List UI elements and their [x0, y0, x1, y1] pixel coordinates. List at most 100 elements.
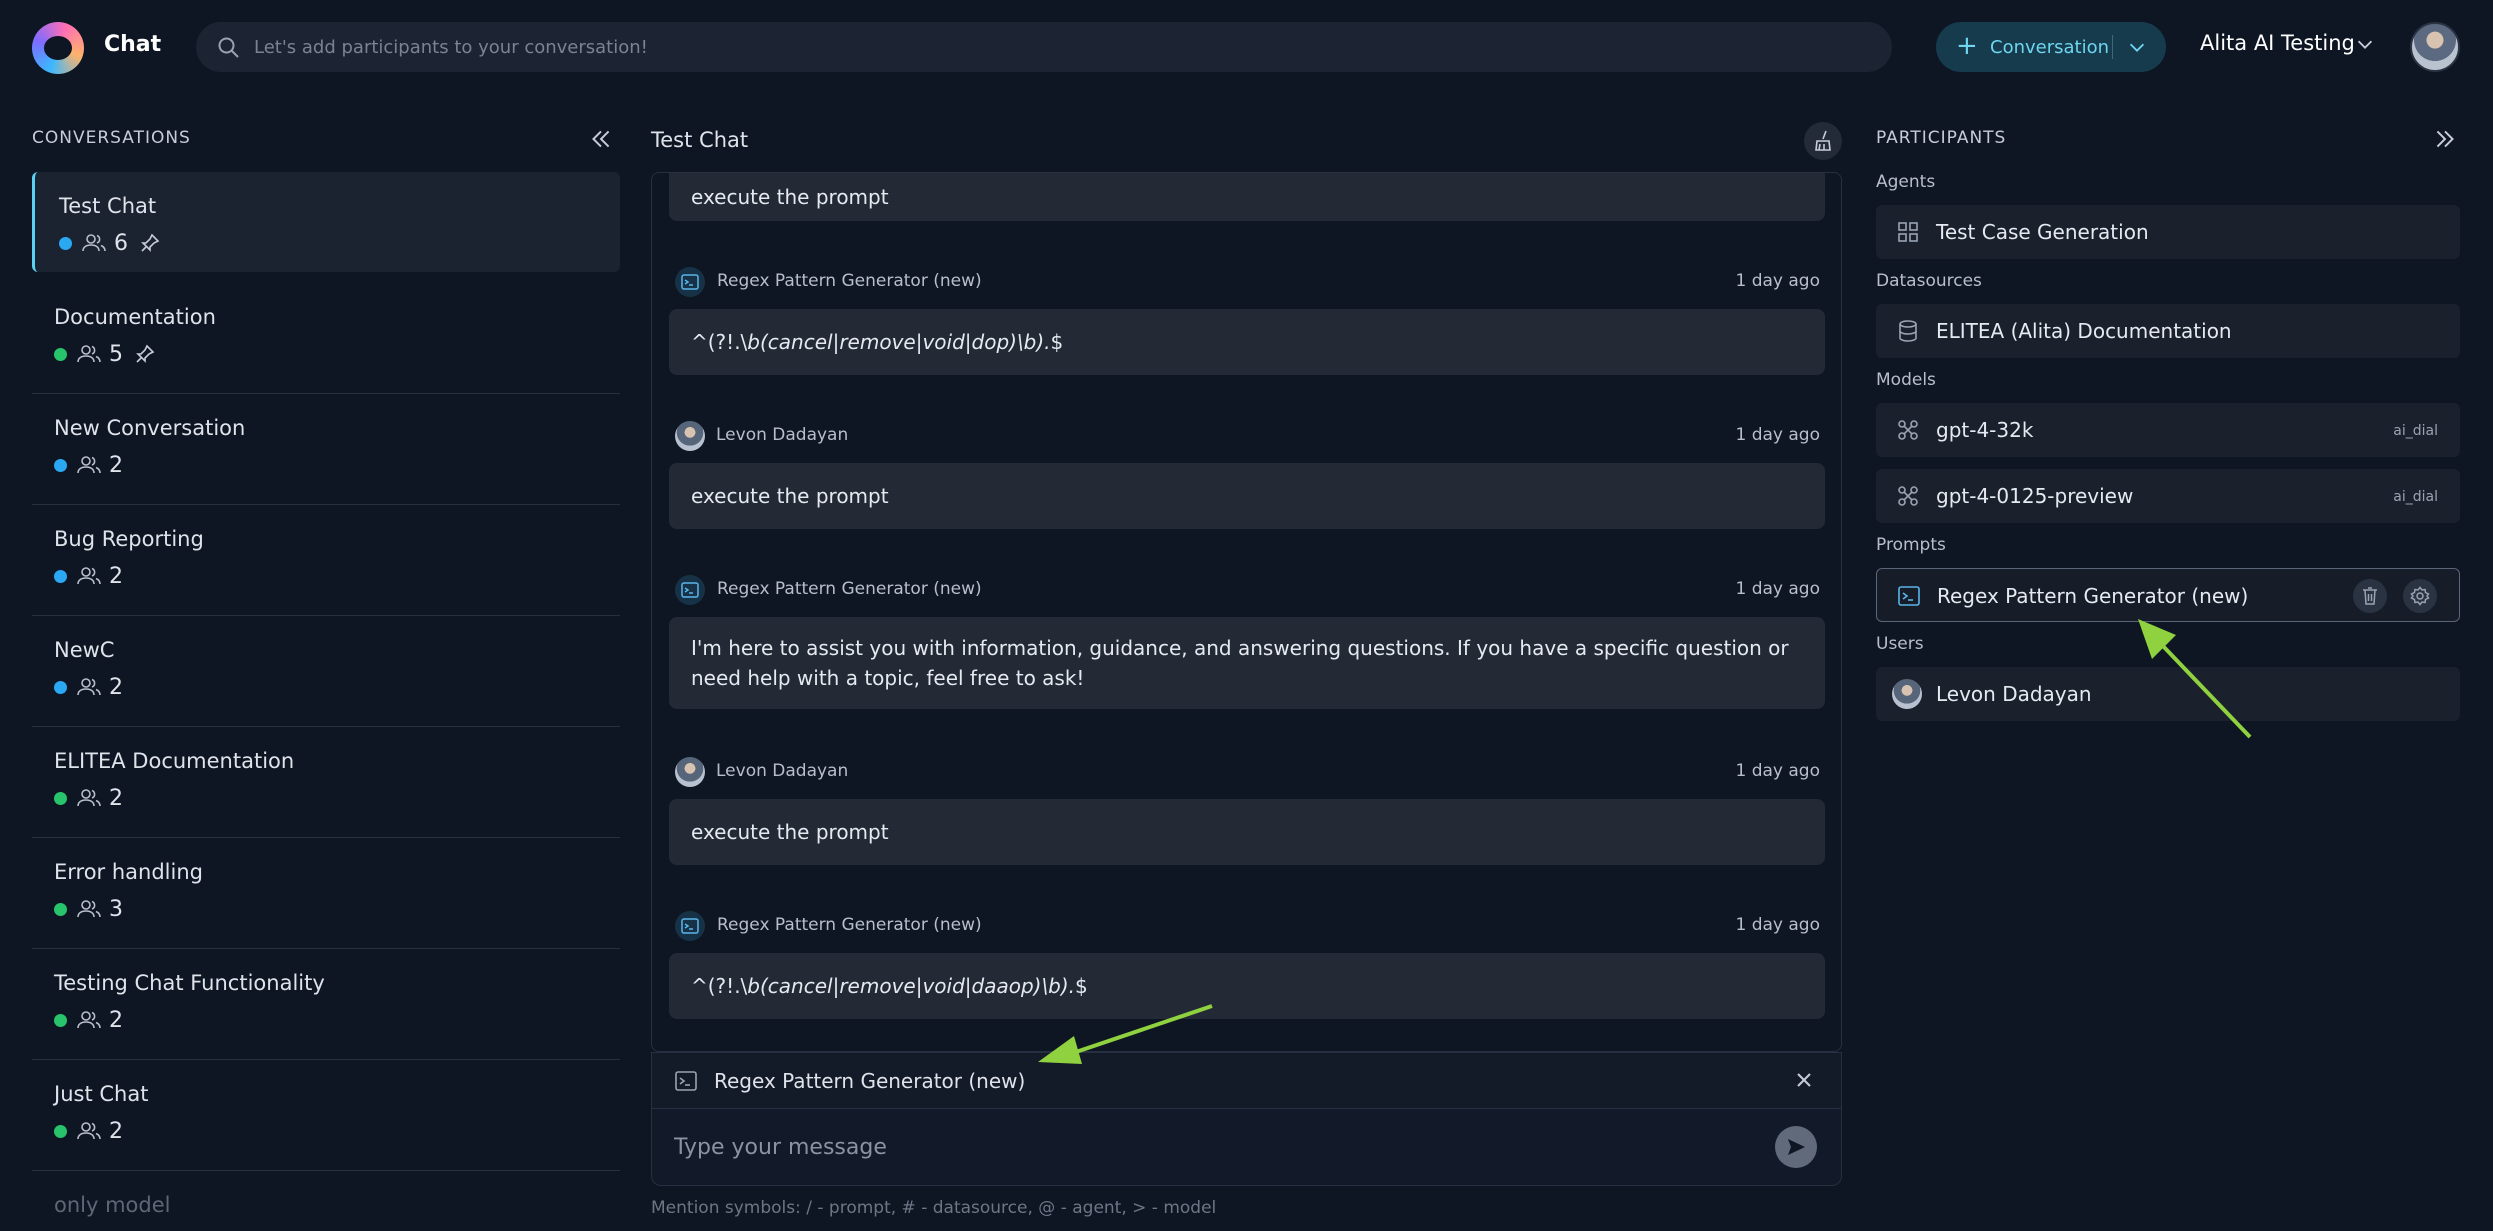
plus-icon: +	[1956, 31, 1978, 61]
conversation-name: NewC	[54, 638, 115, 662]
participant-prompt[interactable]: Regex Pattern Generator (new)	[1876, 568, 2460, 622]
message-time: 1 day ago	[1735, 579, 1820, 599]
grid-icon	[1898, 222, 1918, 242]
send-button[interactable]	[1775, 1126, 1817, 1168]
conversation-list: Test Chat 6 Documentation 5 New Conversation…	[32, 172, 620, 1231]
message-text: execute the prompt	[691, 820, 889, 844]
regex-prefix: ^(?!.\	[691, 330, 748, 354]
message-bubble: execute the prompt	[669, 799, 1825, 865]
message-text: execute the prompt	[691, 484, 889, 508]
conversation-meta: 5	[54, 341, 155, 367]
delete-participant-button[interactable]	[2353, 579, 2387, 613]
model-provider: ai_dial	[2393, 423, 2438, 439]
message-input[interactable]	[674, 1109, 1754, 1185]
participant-count: 2	[109, 674, 123, 700]
chevron-down-icon[interactable]	[2354, 33, 2376, 55]
participants-icon	[77, 345, 101, 363]
message-header: Levon Dadayan 1 day ago	[675, 755, 1820, 787]
message-header: Regex Pattern Generator (new) 1 day ago	[675, 909, 1820, 941]
new-conversation-label: Conversation	[1990, 37, 2110, 58]
agents-label: Agents	[1876, 172, 1936, 192]
participants-search[interactable]	[196, 22, 1892, 72]
project-selector[interactable]: Alita AI Testing	[2200, 31, 2355, 55]
chevron-down-icon[interactable]	[2126, 36, 2148, 58]
conversation-meta: 2	[54, 1118, 135, 1144]
user-avatar[interactable]	[2410, 22, 2460, 72]
conversation-item[interactable]: NewC 2	[32, 616, 620, 727]
conversation-meta: 2	[54, 785, 135, 811]
regex-body: b(cancel|remove|void|dop)\b).	[747, 330, 1051, 354]
message-header: Regex Pattern Generator (new) 1 day ago	[675, 573, 1820, 605]
message-bubble: execute the prompt	[669, 463, 1825, 529]
participant-name: gpt-4-0125-preview	[1936, 484, 2134, 508]
conversations-heading: CONVERSATIONS	[32, 128, 191, 148]
status-dot	[59, 236, 72, 250]
new-conversation-button[interactable]: + Conversation	[1936, 22, 2166, 72]
message-text: execute the prompt	[691, 185, 889, 209]
conversation-item[interactable]: Bug Reporting 2	[32, 505, 620, 616]
message-time: 1 day ago	[1735, 271, 1820, 291]
message-author: Levon Dadayan	[716, 425, 849, 445]
participant-settings-button[interactable]	[2403, 579, 2437, 613]
participant-count: 6	[114, 230, 128, 256]
participant-model[interactable]: gpt-4-32k ai_dial	[1876, 403, 2460, 457]
conversation-item[interactable]: Documentation 5	[32, 283, 620, 394]
conversation-name: Bug Reporting	[54, 527, 204, 551]
app-logo[interactable]	[32, 22, 84, 74]
participant-model[interactable]: gpt-4-0125-preview ai_dial	[1876, 469, 2460, 523]
chat-messages[interactable]: execute the prompt Regex Pattern Generat…	[651, 172, 1842, 1052]
app-title: Chat	[104, 32, 162, 57]
status-dot	[54, 347, 67, 361]
participants-icon	[77, 456, 101, 474]
participants-icon	[77, 567, 101, 585]
participants-icon	[82, 234, 106, 252]
close-icon[interactable]	[1793, 1069, 1815, 1091]
conversation-name: Error handling	[54, 860, 203, 884]
participant-name: Levon Dadayan	[1936, 682, 2092, 706]
clear-chat-button[interactable]	[1804, 122, 1842, 160]
database-icon	[1899, 320, 1917, 342]
message-text: ^(?!.\b(cancel|remove|void|dop)\b).$	[691, 309, 1803, 357]
message-header: Regex Pattern Generator (new) 1 day ago	[675, 265, 1820, 297]
collapse-participants-icon[interactable]	[2432, 126, 2458, 152]
models-label: Models	[1876, 370, 1936, 390]
conversation-item[interactable]: Test Chat 6	[32, 172, 620, 272]
pin-icon[interactable]	[140, 233, 160, 253]
user-avatar	[675, 757, 705, 787]
conversation-item[interactable]: Error handling 3	[32, 838, 620, 949]
participant-datasource[interactable]: ELITEA (Alita) Documentation	[1876, 304, 2460, 358]
message-header: Levon Dadayan 1 day ago	[675, 419, 1820, 451]
user-avatar	[675, 421, 705, 451]
conversation-meta: 2	[54, 563, 135, 589]
search-input[interactable]	[254, 22, 1854, 72]
terminal-icon	[675, 1071, 697, 1091]
model-icon	[1898, 486, 1918, 506]
collapse-sidebar-icon[interactable]	[588, 126, 614, 152]
conversation-meta: 6	[59, 230, 160, 256]
trash-icon	[2363, 587, 2377, 605]
gear-icon	[2410, 586, 2430, 606]
conversation-name: Just Chat	[54, 1082, 149, 1106]
message-time: 1 day ago	[1735, 915, 1820, 935]
selected-prompt-bar: Regex Pattern Generator (new)	[651, 1052, 1842, 1108]
conversation-name: Test Chat	[59, 194, 157, 218]
status-dot	[54, 458, 67, 472]
participant-name: gpt-4-32k	[1936, 418, 2034, 442]
participant-name: Test Case Generation	[1936, 220, 2149, 244]
participants-icon	[77, 1011, 101, 1029]
participants-icon	[77, 678, 101, 696]
participant-agent[interactable]: Test Case Generation	[1876, 205, 2460, 259]
terminal-icon	[675, 911, 705, 941]
participants-icon	[77, 1122, 101, 1140]
conversation-meta: 2	[54, 1007, 135, 1033]
prompts-label: Prompts	[1876, 535, 1946, 555]
conversation-item[interactable]: Testing Chat Functionality 2	[32, 949, 620, 1060]
conversation-item[interactable]: only model	[32, 1171, 620, 1231]
conversation-item[interactable]: ELITEA Documentation 2	[32, 727, 620, 838]
participant-user[interactable]: Levon Dadayan	[1876, 667, 2460, 721]
conversation-item[interactable]: Just Chat 2	[32, 1060, 620, 1171]
chat-title: Test Chat	[651, 128, 749, 152]
message-author: Levon Dadayan	[716, 761, 849, 781]
pin-icon[interactable]	[135, 344, 155, 364]
conversation-item[interactable]: New Conversation 2	[32, 394, 620, 505]
